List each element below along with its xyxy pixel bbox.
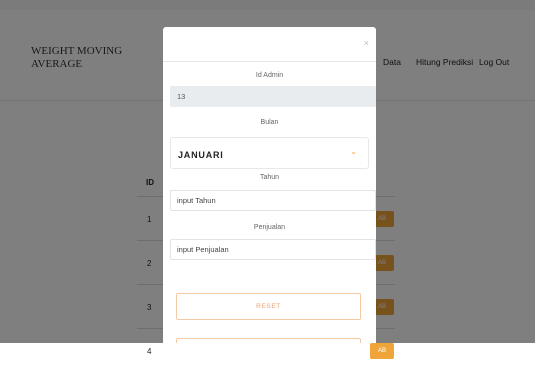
penjualan-label: Penjualan (253, 224, 286, 231)
row-id: 4 (147, 347, 152, 356)
bulan-select[interactable]: JANUARI ⌄ (170, 137, 369, 169)
bulan-selected-value: JANUARI (178, 150, 224, 160)
penjualan-input[interactable]: input Penjualan (170, 239, 376, 260)
bulan-label: Bulan (260, 119, 279, 126)
tahun-label: Tahun (259, 174, 280, 181)
modal-header-divider (163, 61, 376, 62)
chevron-down-icon: ⌄ (350, 147, 357, 156)
submit-button[interactable] (176, 338, 361, 343)
input-modal: × Id Admin 13 Bulan JANUARI ⌄ Tahun inpu… (163, 27, 376, 343)
reset-button[interactable]: RESET (176, 293, 361, 320)
close-icon[interactable]: × (364, 38, 369, 48)
id-admin-field: 13 (170, 86, 376, 107)
row-action-button[interactable]: AB (370, 343, 394, 359)
tahun-input[interactable]: input Tahun (170, 190, 376, 211)
id-admin-label: Id Admin (255, 72, 284, 79)
